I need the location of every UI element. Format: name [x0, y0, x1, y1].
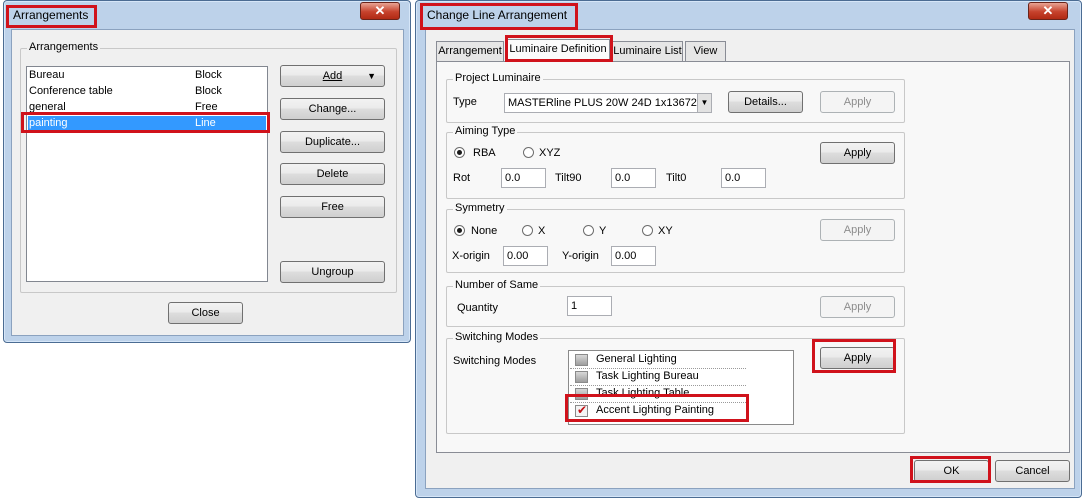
- switching-mode-row[interactable]: General Lighting: [570, 352, 746, 369]
- arrangements-title: Arrangements: [13, 8, 89, 22]
- duplicate-button[interactable]: Duplicate...: [280, 131, 385, 153]
- details-button[interactable]: Details...: [728, 91, 803, 113]
- tab-view[interactable]: View: [685, 41, 726, 61]
- switching-mode-row[interactable]: Task Lighting Table: [570, 386, 746, 403]
- arrangements-list[interactable]: Bureau Block Conference table Block general F…: [26, 66, 268, 282]
- arrangement-row[interactable]: painting Line: [28, 116, 266, 131]
- arrangement-type: Block: [195, 69, 222, 81]
- switching-mode-label: Task Lighting Table: [596, 387, 690, 399]
- symmetry-label: Symmetry: [453, 202, 507, 214]
- change-button[interactable]: Change...: [280, 98, 385, 120]
- aiming-apply-button[interactable]: Apply: [820, 142, 895, 164]
- checkbox-icon[interactable]: [575, 371, 588, 383]
- checkbox-icon[interactable]: [575, 354, 588, 366]
- switching-modes-apply-button[interactable]: Apply: [820, 347, 895, 369]
- checkbox-icon[interactable]: [575, 388, 588, 400]
- arrangements-group-label: Arrangements: [27, 41, 101, 53]
- aiming-type-label: Aiming Type: [453, 125, 518, 137]
- x-label: X: [538, 225, 546, 237]
- quantity-input[interactable]: 1: [567, 296, 612, 316]
- ungroup-button[interactable]: Ungroup: [280, 261, 385, 283]
- arrangement-type: Block: [195, 85, 222, 97]
- add-button-label: Add: [322, 70, 343, 82]
- arrangement-name: Bureau: [29, 69, 65, 81]
- number-of-same-apply-button[interactable]: Apply: [820, 296, 895, 318]
- quantity-label: Quantity: [457, 302, 498, 314]
- arrangement-type: Line: [195, 117, 216, 129]
- xy-radio[interactable]: [642, 225, 653, 236]
- type-select[interactable]: MASTERline PLUS 20W 24D 1x13672 ▼: [504, 93, 712, 113]
- change-line-client: Arrangement Luminaire Definition Luminai…: [425, 29, 1075, 489]
- switching-mode-label: Task Lighting Bureau: [596, 370, 699, 382]
- x-radio[interactable]: [522, 225, 533, 236]
- project-luminaire-apply-button[interactable]: Apply: [820, 91, 895, 113]
- yorigin-input[interactable]: 0.00: [611, 246, 656, 266]
- tilt0-input[interactable]: 0.0: [721, 168, 766, 188]
- arrangement-name: painting: [29, 117, 68, 129]
- yorigin-label: Y-origin: [562, 250, 599, 262]
- y-radio[interactable]: [583, 225, 594, 236]
- tab-luminaire-list[interactable]: Luminaire List: [612, 41, 683, 61]
- arrangements-titlebar[interactable]: Arrangements ✕: [4, 1, 410, 29]
- tab-luminaire-definition[interactable]: Luminaire Definition: [506, 39, 610, 61]
- switching-modes-label: Switching Modes: [453, 355, 537, 367]
- none-radio[interactable]: [454, 225, 465, 236]
- arrangement-type: Free: [195, 101, 218, 113]
- arrangements-client: Arrangements Bureau Block Conference table…: [11, 29, 404, 336]
- number-of-same-label: Number of Same: [453, 279, 541, 291]
- switching-modes-group-label: Switching Modes: [453, 331, 541, 343]
- type-select-value: MASTERline PLUS 20W 24D 1x13672: [508, 97, 697, 109]
- tilt0-label: Tilt0: [666, 172, 687, 184]
- chevron-down-icon: ▼: [697, 94, 711, 112]
- switching-mode-label: Accent Lighting Painting: [596, 404, 715, 416]
- change-line-arrangement-window: Change Line Arrangement ✕ Arrangement Lu…: [415, 0, 1082, 498]
- tilt90-label: Tilt90: [555, 172, 582, 184]
- switching-mode-row[interactable]: Task Lighting Bureau: [570, 369, 746, 386]
- xorigin-input[interactable]: 0.00: [503, 246, 548, 266]
- project-luminaire-label: Project Luminaire: [453, 72, 543, 84]
- switching-modes-list[interactable]: General Lighting Task Lighting Bureau Task…: [568, 350, 794, 425]
- ok-button[interactable]: OK: [914, 460, 989, 482]
- add-button[interactable]: Add ▼: [280, 65, 385, 87]
- rba-label: RBA: [473, 147, 496, 159]
- change-line-title: Change Line Arrangement: [427, 8, 568, 22]
- arrangement-name: general: [29, 101, 66, 113]
- rot-label: Rot: [453, 172, 471, 184]
- arrangement-row[interactable]: general Free: [28, 100, 266, 115]
- tab-arrangement[interactable]: Arrangement: [436, 41, 504, 61]
- delete-button[interactable]: Delete: [280, 163, 385, 185]
- type-label: Type: [453, 96, 477, 108]
- close-button[interactable]: Close: [168, 302, 243, 324]
- rot-input[interactable]: 0.0: [501, 168, 546, 188]
- close-icon[interactable]: ✕: [1028, 2, 1068, 20]
- switching-mode-label: General Lighting: [596, 353, 677, 365]
- xy-label: XY: [658, 225, 673, 237]
- tilt90-input[interactable]: 0.0: [611, 168, 656, 188]
- change-line-titlebar[interactable]: Change Line Arrangement ✕: [416, 1, 1081, 29]
- y-label: Y: [599, 225, 607, 237]
- xorigin-label: X-origin: [452, 250, 490, 262]
- xyz-radio[interactable]: [523, 147, 534, 158]
- xyz-label: XYZ: [539, 147, 561, 159]
- arrangement-row[interactable]: Conference table Block: [28, 84, 266, 99]
- close-icon[interactable]: ✕: [360, 2, 400, 20]
- arrangements-window: Arrangements ✕ Arrangements Bureau Block C…: [3, 0, 411, 343]
- dropdown-arrow-icon: ▼: [367, 71, 376, 81]
- checked-checkbox-icon[interactable]: [575, 403, 588, 417]
- rba-radio[interactable]: [454, 147, 465, 158]
- symmetry-apply-button[interactable]: Apply: [820, 219, 895, 241]
- arrangement-row[interactable]: Bureau Block: [28, 68, 266, 83]
- arrangement-name: Conference table: [29, 85, 113, 97]
- switching-mode-row[interactable]: Accent Lighting Painting: [570, 403, 746, 420]
- free-button[interactable]: Free: [280, 196, 385, 218]
- none-label: None: [471, 225, 498, 237]
- cancel-button[interactable]: Cancel: [995, 460, 1070, 482]
